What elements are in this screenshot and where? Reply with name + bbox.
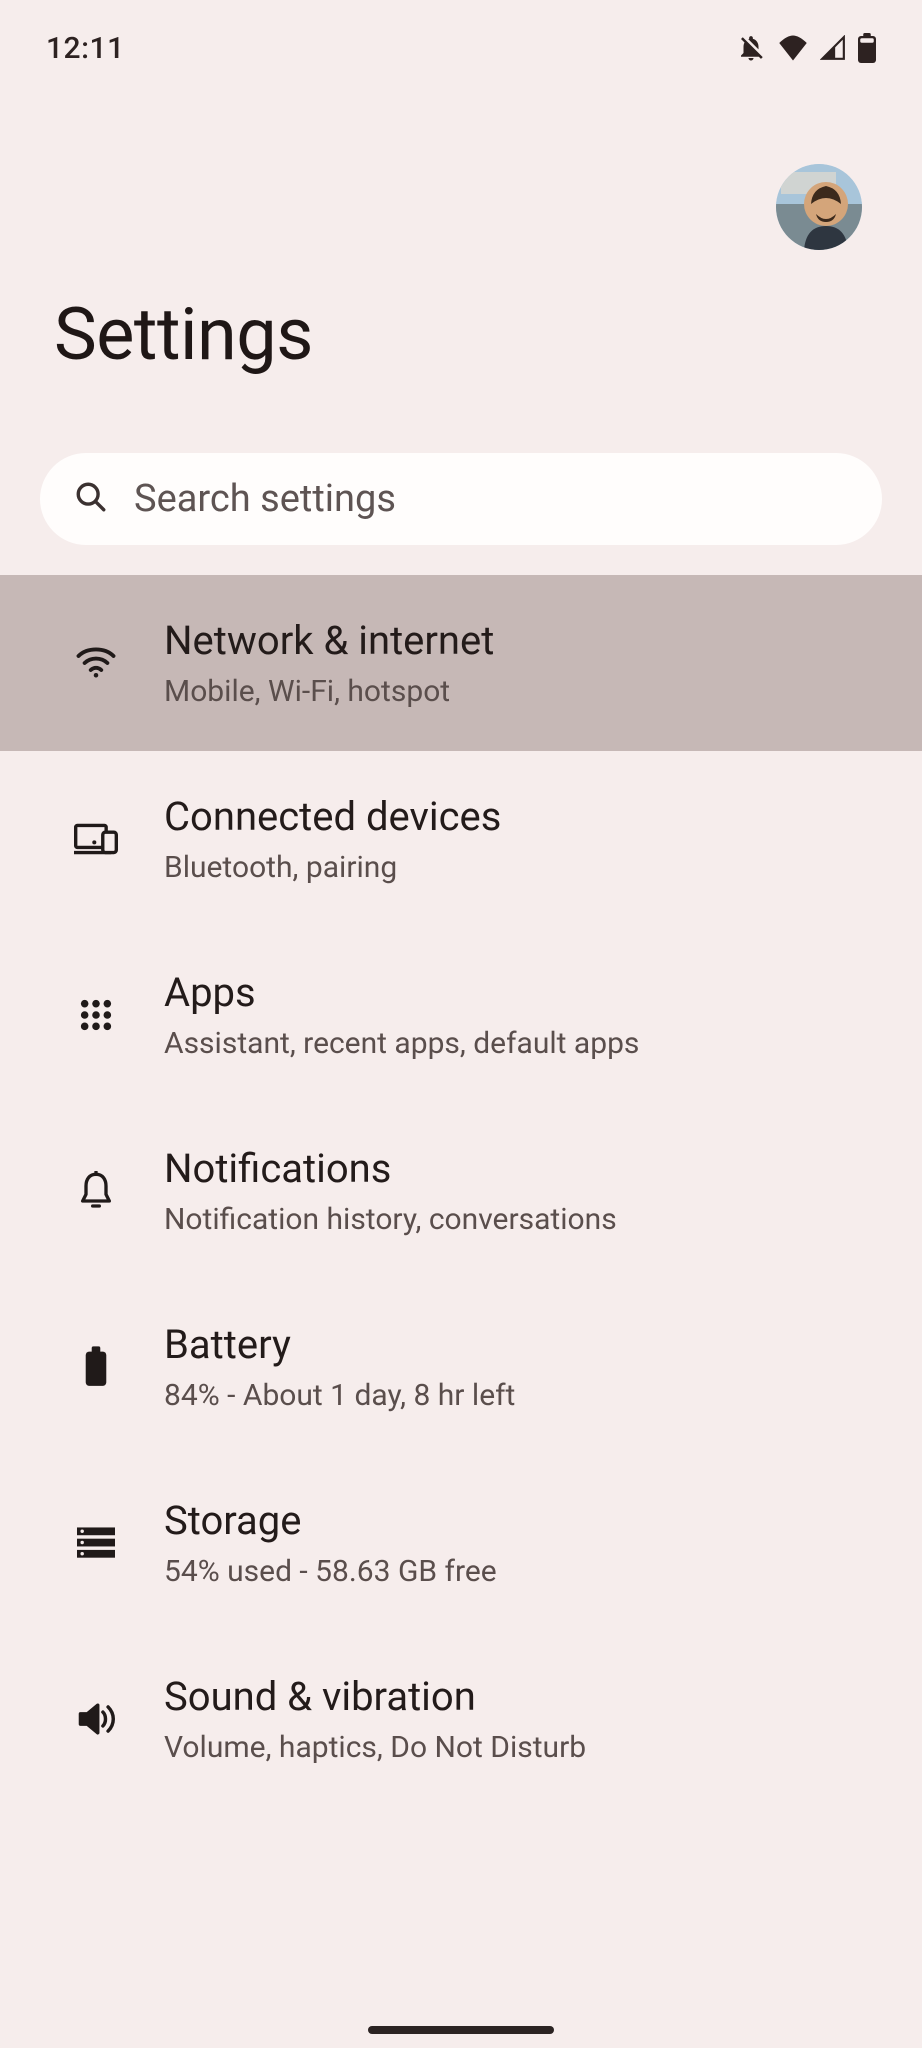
settings-item-storage[interactable]: Storage 54% used - 58.63 GB free bbox=[0, 1455, 922, 1631]
settings-item-notifications[interactable]: Notifications Notification history, conv… bbox=[0, 1103, 922, 1279]
battery-icon bbox=[858, 33, 876, 63]
dnd-off-icon bbox=[736, 33, 766, 63]
bell-icon bbox=[79, 1171, 113, 1211]
search-placeholder: Search settings bbox=[134, 477, 396, 521]
settings-list: Network & internet Mobile, Wi-Fi, hotspo… bbox=[0, 575, 922, 1807]
item-subtitle: Volume, haptics, Do Not Disturb bbox=[164, 1730, 586, 1765]
item-title: Battery bbox=[164, 1321, 515, 1368]
item-subtitle: Notification history, conversations bbox=[164, 1202, 617, 1237]
storage-icon bbox=[77, 1527, 115, 1559]
wifi-icon bbox=[778, 35, 808, 61]
search-icon bbox=[74, 480, 108, 518]
item-title: Connected devices bbox=[164, 793, 501, 840]
volume-icon bbox=[77, 1701, 115, 1737]
battery-icon bbox=[84, 1346, 108, 1388]
item-subtitle: Assistant, recent apps, default apps bbox=[164, 1026, 639, 1061]
settings-item-connected-devices[interactable]: Connected devices Bluetooth, pairing bbox=[0, 751, 922, 927]
item-subtitle: Bluetooth, pairing bbox=[164, 850, 501, 885]
item-title: Notifications bbox=[164, 1145, 617, 1192]
item-title: Sound & vibration bbox=[164, 1673, 586, 1720]
cellular-signal-icon bbox=[820, 35, 846, 61]
navigation-handle[interactable] bbox=[368, 2026, 554, 2034]
devices-icon bbox=[74, 823, 118, 855]
item-title: Apps bbox=[164, 969, 639, 1016]
page-title: Settings bbox=[54, 292, 868, 377]
settings-item-apps[interactable]: Apps Assistant, recent apps, default app… bbox=[0, 927, 922, 1103]
item-title: Network & internet bbox=[164, 617, 494, 664]
apps-grid-icon bbox=[79, 998, 113, 1032]
header: Settings bbox=[0, 74, 922, 377]
status-bar: 12:11 bbox=[0, 0, 922, 74]
status-time: 12:11 bbox=[46, 31, 125, 66]
profile-avatar[interactable] bbox=[776, 164, 862, 250]
search-settings[interactable]: Search settings bbox=[40, 453, 882, 545]
item-subtitle: Mobile, Wi-Fi, hotspot bbox=[164, 674, 494, 709]
status-icons bbox=[736, 33, 876, 63]
wifi-icon bbox=[75, 647, 117, 679]
item-subtitle: 54% used - 58.63 GB free bbox=[164, 1554, 497, 1589]
item-title: Storage bbox=[164, 1497, 497, 1544]
settings-item-battery[interactable]: Battery 84% - About 1 day, 8 hr left bbox=[0, 1279, 922, 1455]
item-subtitle: 84% - About 1 day, 8 hr left bbox=[164, 1378, 515, 1413]
settings-item-network-internet[interactable]: Network & internet Mobile, Wi-Fi, hotspo… bbox=[0, 575, 922, 751]
settings-item-sound-vibration[interactable]: Sound & vibration Volume, haptics, Do No… bbox=[0, 1631, 922, 1807]
